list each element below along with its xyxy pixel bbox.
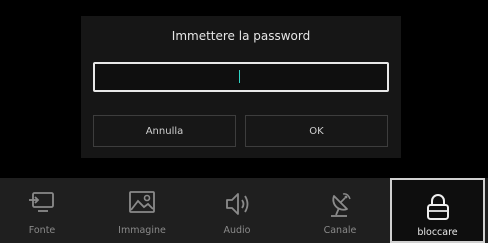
nav-label-audio: Audio <box>223 225 251 236</box>
nav-label-fonte: Fonte <box>28 225 56 236</box>
top-text-fragment <box>139 0 319 3</box>
nav-item-canale[interactable]: Canale <box>300 178 380 243</box>
password-dialog: Immettere la password Annulla OK <box>81 16 401 158</box>
cancel-button[interactable]: Annulla <box>93 115 236 147</box>
text-caret <box>239 70 240 83</box>
bottom-nav-bar: Fonte Immagine Audio Canale bloccare <box>0 178 488 243</box>
nav-item-immagine[interactable]: Immagine <box>102 178 182 243</box>
nav-item-fonte[interactable]: Fonte <box>2 178 82 243</box>
password-input[interactable] <box>93 62 389 92</box>
nav-label-immagine: Immagine <box>118 225 166 236</box>
nav-label-bloccare: bloccare <box>417 227 458 238</box>
ok-button[interactable]: OK <box>245 115 388 147</box>
nav-label-canale: Canale <box>323 225 357 236</box>
nav-item-bloccare[interactable]: bloccare <box>390 178 485 243</box>
lock-icon <box>426 194 449 220</box>
dialog-title: Immettere la password <box>171 29 311 43</box>
satellite-dish-icon <box>331 193 351 217</box>
source-input-icon <box>29 192 54 212</box>
nav-item-audio[interactable]: Audio <box>197 178 277 243</box>
speaker-icon <box>226 193 249 215</box>
image-icon <box>129 191 155 213</box>
